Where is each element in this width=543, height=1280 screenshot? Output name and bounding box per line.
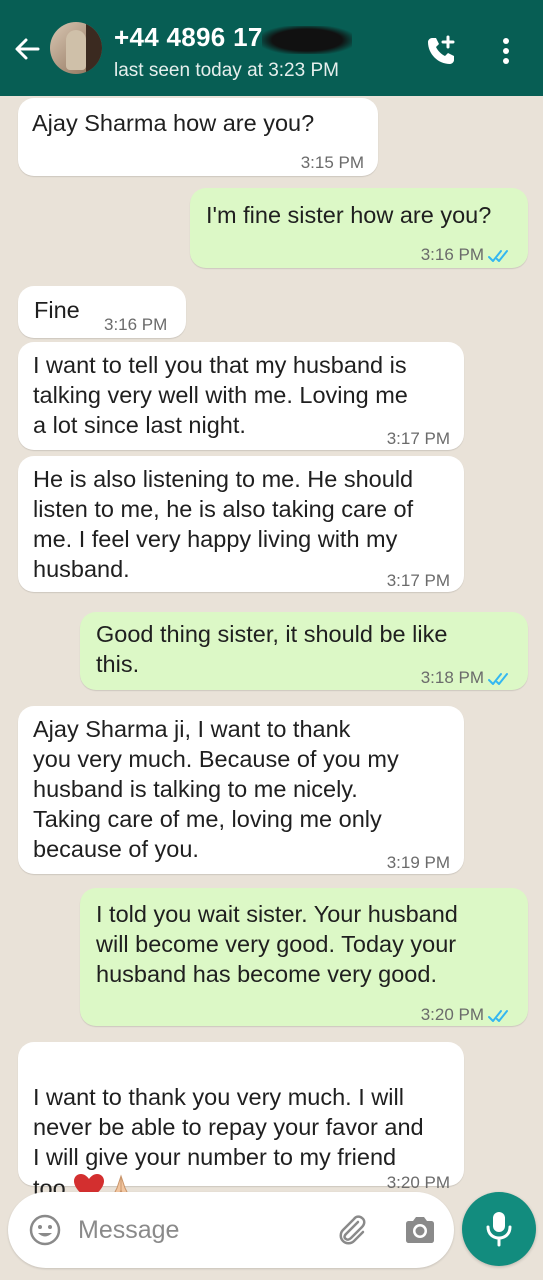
message-time: 3:20 PM <box>420 1005 484 1024</box>
back-arrow-icon[interactable] <box>12 34 42 64</box>
avatar[interactable] <box>50 22 102 74</box>
message-text: Ajay Sharma ji, I want to thank you very… <box>33 716 399 862</box>
message-time: 3:15 PM <box>300 153 364 172</box>
message-composer <box>8 1192 454 1268</box>
message-text: I want to tell you that my husband is ta… <box>33 352 408 438</box>
message-text: Fine <box>34 297 80 323</box>
message-text: He is also listening to me. He should li… <box>33 466 414 582</box>
read-ticks-icon <box>488 672 508 685</box>
message-bubble-outgoing[interactable]: Good thing sister, it should be like thi… <box>80 612 528 690</box>
message-bubble-incoming[interactable]: He is also listening to me. He should li… <box>18 456 464 592</box>
message-bubble-incoming[interactable]: Ajay Sharma ji, I want to thank you very… <box>18 706 464 874</box>
message-time: 3:17 PM <box>386 571 450 590</box>
camera-icon[interactable] <box>402 1212 438 1248</box>
read-ticks-icon <box>488 1009 508 1022</box>
message-time: 3:18 PM <box>420 668 484 687</box>
message-bubble-incoming[interactable]: Fine 3:16 PM <box>18 286 186 338</box>
message-text: Good thing sister, it should be like thi… <box>96 621 448 677</box>
message-time: 3:19 PM <box>386 853 450 872</box>
microphone-icon <box>486 1212 512 1247</box>
message-time-row: 3:16 PM <box>421 240 514 270</box>
message-bubble-incoming[interactable]: I want to thank you very much. I will ne… <box>18 1042 464 1201</box>
more-options-icon[interactable] <box>500 36 512 66</box>
message-time-row: 3:18 PM <box>421 663 514 693</box>
message-bubble-incoming[interactable]: I want to tell you that my husband is ta… <box>18 342 464 450</box>
emoji-icon[interactable] <box>28 1213 62 1247</box>
message-time-row: 3:20 PM <box>421 1000 514 1030</box>
message-text: I told you wait sister. Your husband wil… <box>96 901 458 987</box>
message-text: Ajay Sharma how are you? <box>32 110 315 136</box>
message-text: I'm fine sister how are you? <box>206 202 492 228</box>
add-call-icon[interactable] <box>424 34 458 68</box>
message-bubble-outgoing[interactable]: I told you wait sister. Your husband wil… <box>80 888 528 1026</box>
message-bubble-outgoing[interactable]: I'm fine sister how are you? 3:16 PM <box>190 188 528 268</box>
message-time: 3:17 PM <box>386 429 450 448</box>
message-bubble-incoming[interactable]: Ajay Sharma how are you? 3:15 PM <box>18 98 378 176</box>
last-seen-status: last seen today at 3:23 PM <box>114 60 339 81</box>
redaction-blur <box>262 26 352 54</box>
voice-record-button[interactable] <box>462 1192 536 1266</box>
attachment-icon[interactable] <box>334 1212 370 1248</box>
message-text: I want to thank you very much. I will ne… <box>33 1052 424 1203</box>
message-time: 3:16 PM <box>420 245 484 264</box>
message-input[interactable] <box>78 1210 318 1250</box>
chat-header: +44 4896 17 last seen today at 3:23 PM <box>0 0 543 96</box>
contact-name[interactable]: +44 4896 17 <box>114 22 263 53</box>
message-time: 3:16 PM <box>104 315 168 334</box>
read-ticks-icon <box>488 249 508 262</box>
